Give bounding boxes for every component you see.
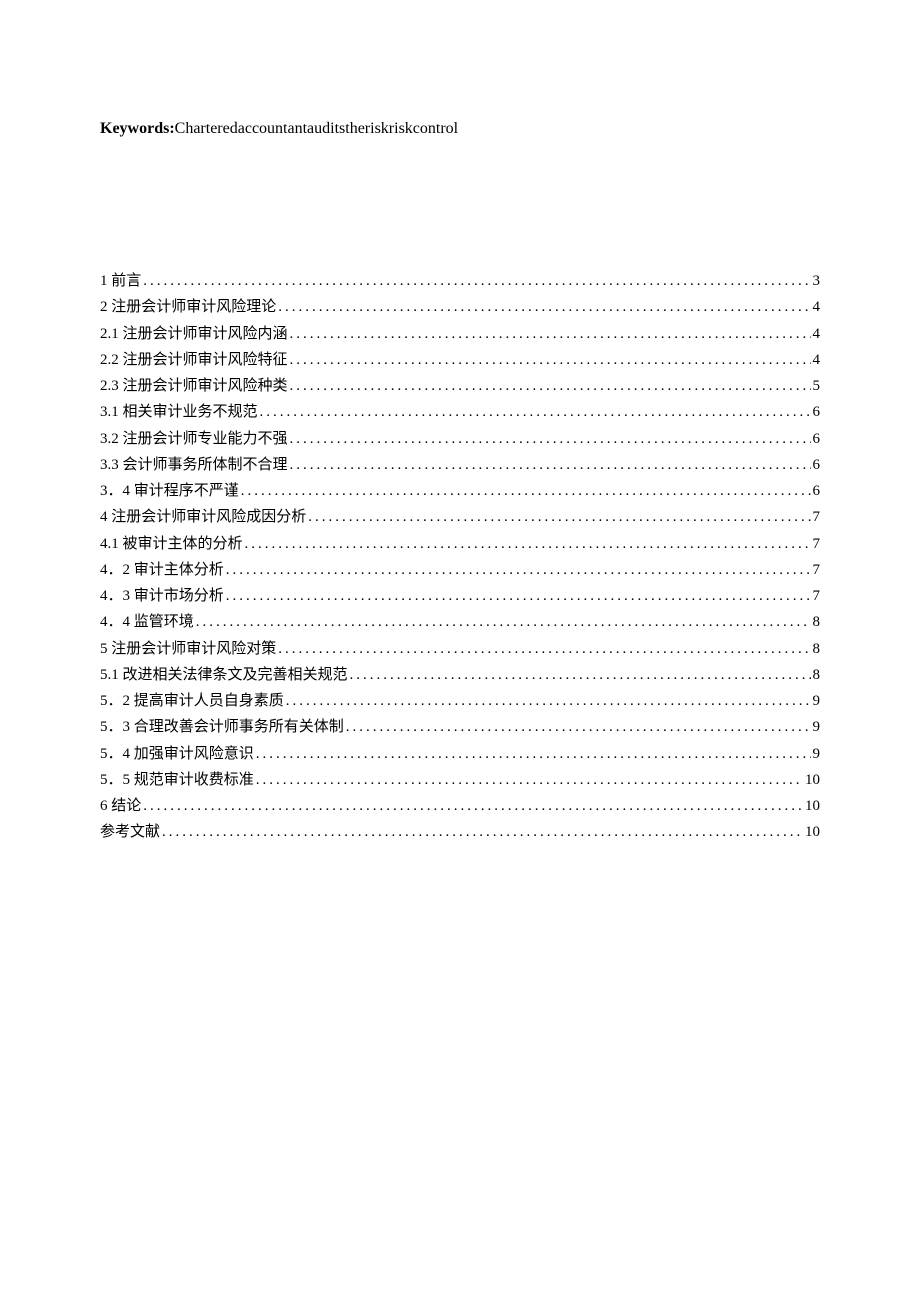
toc-title: 参考文献 <box>100 819 160 845</box>
toc-dots <box>196 609 811 635</box>
toc-title: 3．4 审计程序不严谨 <box>100 478 239 504</box>
toc-entry: 4．2 审计主体分析 7 <box>100 557 820 583</box>
toc-page: 8 <box>813 662 821 688</box>
toc-dots <box>162 819 803 845</box>
toc-dots <box>143 268 810 294</box>
toc-entry: 5．5 规范审计收费标准 10 <box>100 767 820 793</box>
toc-title: 3.2 注册会计师专业能力不强 <box>100 426 288 452</box>
toc-title: 6 结论 <box>100 793 141 819</box>
table-of-contents: 1 前言 3 2 注册会计师审计风险理论 4 2.1 注册会计师审计风险内涵 4 2.… <box>100 268 820 846</box>
toc-dots <box>226 557 811 583</box>
toc-page: 4 <box>813 347 821 373</box>
toc-page: 10 <box>805 793 820 819</box>
toc-entry: 3.2 注册会计师专业能力不强 6 <box>100 426 820 452</box>
toc-title: 2.1 注册会计师审计风险内涵 <box>100 321 288 347</box>
toc-page: 10 <box>805 819 820 845</box>
toc-dots <box>286 688 811 714</box>
toc-page: 6 <box>813 399 821 425</box>
toc-dots <box>308 504 810 530</box>
toc-page: 3 <box>813 268 821 294</box>
toc-dots <box>260 399 811 425</box>
toc-title: 2 注册会计师审计风险理论 <box>100 294 276 320</box>
keywords-value: Charteredaccountantauditstheriskriskcont… <box>175 120 458 137</box>
toc-page: 10 <box>805 767 820 793</box>
toc-entry: 1 前言 3 <box>100 268 820 294</box>
toc-entry: 2.2 注册会计师审计风险特征 4 <box>100 347 820 373</box>
toc-title: 5 注册会计师审计风险对策 <box>100 636 276 662</box>
toc-entry: 3.3 会计师事务所体制不合理 6 <box>100 452 820 478</box>
toc-dots <box>143 793 803 819</box>
toc-title: 5．2 提高审计人员自身素质 <box>100 688 284 714</box>
toc-entry: 5．2 提高审计人员自身素质 9 <box>100 688 820 714</box>
keywords-line: Keywords:Charteredaccountantauditstheris… <box>100 120 820 138</box>
toc-dots <box>241 478 811 504</box>
toc-entry: 3．4 审计程序不严谨 6 <box>100 478 820 504</box>
toc-entry: 3.1 相关审计业务不规范 6 <box>100 399 820 425</box>
toc-page: 7 <box>813 531 821 557</box>
toc-title: 3.1 相关审计业务不规范 <box>100 399 258 425</box>
toc-dots <box>350 662 811 688</box>
toc-dots <box>278 636 810 662</box>
toc-dots <box>346 714 811 740</box>
toc-entry: 6 结论 10 <box>100 793 820 819</box>
toc-dots <box>278 294 810 320</box>
toc-title: 5．5 规范审计收费标准 <box>100 767 254 793</box>
toc-dots <box>256 767 803 793</box>
toc-page: 7 <box>813 504 821 530</box>
toc-entry: 5．3 合理改善会计师事务所有关体制 9 <box>100 714 820 740</box>
toc-dots <box>290 373 811 399</box>
toc-title: 5．4 加强审计风险意识 <box>100 741 254 767</box>
toc-entry: 5．4 加强审计风险意识 9 <box>100 741 820 767</box>
toc-entry: 4.1 被审计主体的分析 7 <box>100 531 820 557</box>
toc-dots <box>290 321 811 347</box>
toc-entry: 2 注册会计师审计风险理论 4 <box>100 294 820 320</box>
toc-dots <box>290 347 811 373</box>
toc-dots <box>226 583 811 609</box>
toc-page: 8 <box>813 636 821 662</box>
toc-entry: 4 注册会计师审计风险成因分析 7 <box>100 504 820 530</box>
toc-page: 6 <box>813 426 821 452</box>
toc-title: 4 注册会计师审计风险成因分析 <box>100 504 306 530</box>
toc-title: 4．2 审计主体分析 <box>100 557 224 583</box>
toc-page: 9 <box>813 688 821 714</box>
toc-dots <box>256 741 811 767</box>
toc-page: 9 <box>813 741 821 767</box>
toc-page: 5 <box>813 373 821 399</box>
toc-page: 9 <box>813 714 821 740</box>
toc-entry: 2.1 注册会计师审计风险内涵 4 <box>100 321 820 347</box>
toc-entry: 5 注册会计师审计风险对策 8 <box>100 636 820 662</box>
toc-page: 4 <box>813 294 821 320</box>
toc-dots <box>245 531 811 557</box>
toc-dots <box>290 426 811 452</box>
toc-page: 6 <box>813 452 821 478</box>
toc-title: 4.1 被审计主体的分析 <box>100 531 243 557</box>
toc-entry: 参考文献 10 <box>100 819 820 845</box>
toc-entry: 2.3 注册会计师审计风险种类 5 <box>100 373 820 399</box>
toc-title: 2.2 注册会计师审计风险特征 <box>100 347 288 373</box>
toc-title: 3.3 会计师事务所体制不合理 <box>100 452 288 478</box>
toc-title: 4．4 监管环境 <box>100 609 194 635</box>
toc-page: 7 <box>813 557 821 583</box>
toc-page: 8 <box>813 609 821 635</box>
toc-page: 4 <box>813 321 821 347</box>
toc-title: 4．3 审计市场分析 <box>100 583 224 609</box>
toc-page: 7 <box>813 583 821 609</box>
toc-entry: 5.1 改进相关法律条文及完善相关规范 8 <box>100 662 820 688</box>
keywords-label: Keywords: <box>100 120 175 137</box>
toc-entry: 4．4 监管环境 8 <box>100 609 820 635</box>
toc-title: 2.3 注册会计师审计风险种类 <box>100 373 288 399</box>
toc-title: 5.1 改进相关法律条文及完善相关规范 <box>100 662 348 688</box>
toc-title: 1 前言 <box>100 268 141 294</box>
toc-entry: 4．3 审计市场分析 7 <box>100 583 820 609</box>
toc-title: 5．3 合理改善会计师事务所有关体制 <box>100 714 344 740</box>
toc-page: 6 <box>813 478 821 504</box>
toc-dots <box>290 452 811 478</box>
